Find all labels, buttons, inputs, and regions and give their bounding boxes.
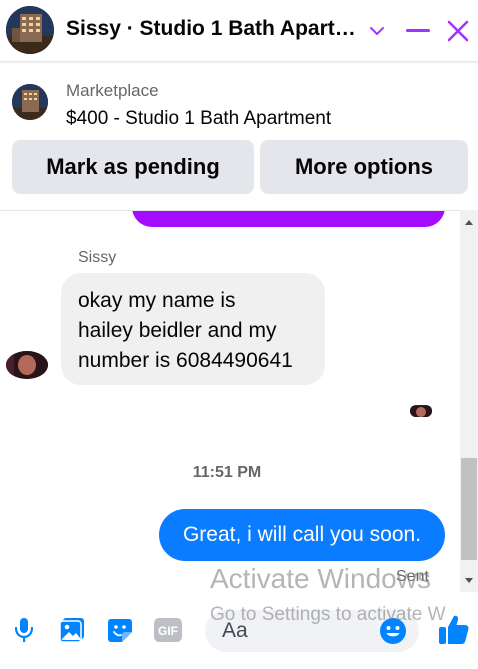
sender-name: Sissy xyxy=(78,249,117,266)
microphone-icon[interactable] xyxy=(8,614,40,646)
sender-avatar[interactable] xyxy=(6,351,48,379)
scrollbar-thumb[interactable] xyxy=(461,458,477,560)
activate-windows-watermark: Activate Windows xyxy=(210,563,431,594)
scroll-up-arrow-icon[interactable] xyxy=(460,210,478,234)
activate-windows-subtitle: Go to Settings to activate W xyxy=(210,604,446,625)
photo-icon[interactable] xyxy=(56,614,88,646)
more-options-button[interactable]: More options xyxy=(260,140,468,194)
seen-indicator-avatar xyxy=(410,405,432,417)
chat-avatar[interactable] xyxy=(6,6,54,54)
chat-title[interactable]: Sissy · Studio 1 Bath Apartment xyxy=(66,17,356,41)
message-list[interactable]: Sissy okay my name is hailey beidler and… xyxy=(0,210,460,592)
minimize-icon[interactable] xyxy=(401,14,435,48)
scrollbar[interactable] xyxy=(460,210,478,592)
listing-thumbnail[interactable] xyxy=(12,84,48,120)
chevron-down-icon[interactable] xyxy=(360,14,394,48)
message-timestamp: 11:51 PM xyxy=(192,464,262,481)
chat-header: Sissy · Studio 1 Bath Apartment xyxy=(0,0,478,62)
gif-label: GIF xyxy=(158,624,178,638)
gif-icon[interactable]: GIF xyxy=(152,614,184,646)
message-line: okay my name is xyxy=(78,289,236,312)
message-line: hailey beidler and my xyxy=(78,319,277,342)
incoming-message-bubble[interactable]: okay my name is hailey beidler and my nu… xyxy=(61,273,325,385)
marketplace-card: Marketplace $400 - Studio 1 Bath Apartme… xyxy=(0,64,478,210)
outgoing-message-bubble[interactable]: Great, i will call you soon. xyxy=(159,509,445,561)
close-icon[interactable] xyxy=(441,14,475,48)
mark-as-pending-button[interactable]: Mark as pending xyxy=(12,140,254,194)
message-line: number is 6084490641 xyxy=(78,349,293,372)
marketplace-label: Marketplace xyxy=(66,81,159,100)
sticker-icon[interactable] xyxy=(104,614,136,646)
previous-outgoing-bubble xyxy=(132,211,445,227)
listing-title[interactable]: $400 - Studio 1 Bath Apartment xyxy=(66,108,331,130)
scroll-down-arrow-icon[interactable] xyxy=(460,568,478,592)
